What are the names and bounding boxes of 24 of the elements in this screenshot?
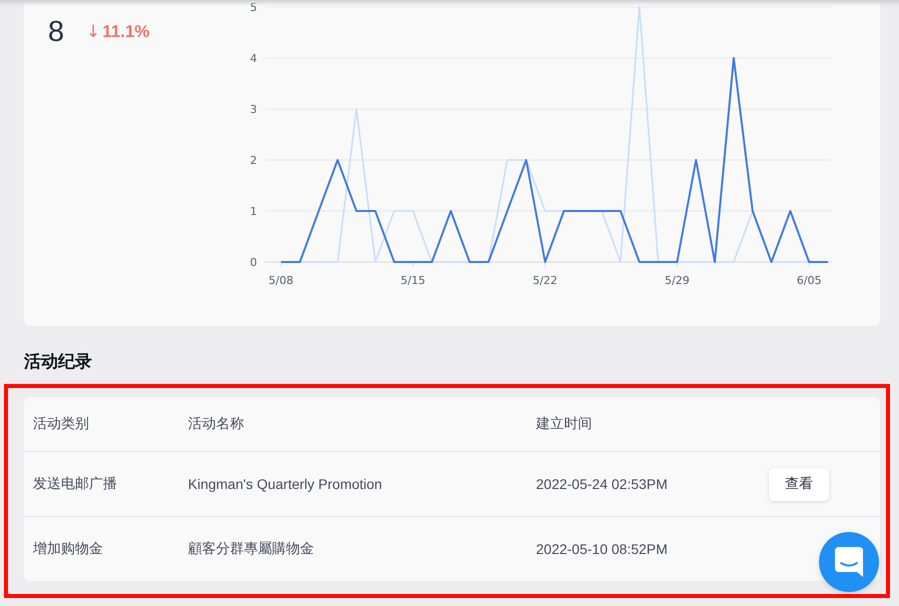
axis-tick-label: 3 bbox=[250, 103, 257, 116]
table-cell: 2022-05-10 08:52PM bbox=[536, 541, 668, 557]
table-cell: 顧客分群專屬購物金 bbox=[188, 540, 314, 558]
down-arrow-icon: ↓ bbox=[86, 22, 100, 42]
section-title: 活动纪录 bbox=[24, 351, 92, 373]
column-header: 活动类别 bbox=[33, 415, 89, 433]
axis-tick-label: 2 bbox=[250, 154, 257, 167]
metric-value: 8 bbox=[48, 15, 64, 49]
axis-tick-label: 1 bbox=[250, 205, 257, 218]
axis-tick-label: 5/15 bbox=[400, 274, 426, 287]
change-percent: 11.1% bbox=[102, 22, 150, 42]
axis-tick-label: 0 bbox=[250, 256, 257, 269]
axis-tick-label: 5/29 bbox=[664, 274, 690, 287]
table-cell: 2022-05-24 02:53PM bbox=[536, 476, 668, 492]
table-cell: 增加购物金 bbox=[33, 540, 103, 558]
table-cell: 发送电邮广播 bbox=[33, 475, 117, 493]
axis-tick-label: 5/08 bbox=[268, 274, 294, 287]
axis-tick-label: 4 bbox=[250, 52, 257, 65]
axis-tick-label: 5 bbox=[250, 1, 257, 14]
axis-tick-label: 5/22 bbox=[532, 274, 558, 287]
axis-tick-label: 6/05 bbox=[796, 274, 822, 287]
column-header: 建立时间 bbox=[536, 415, 592, 433]
table-cell: Kingman's Quarterly Promotion bbox=[188, 476, 382, 492]
column-header: 活动名称 bbox=[188, 415, 244, 433]
